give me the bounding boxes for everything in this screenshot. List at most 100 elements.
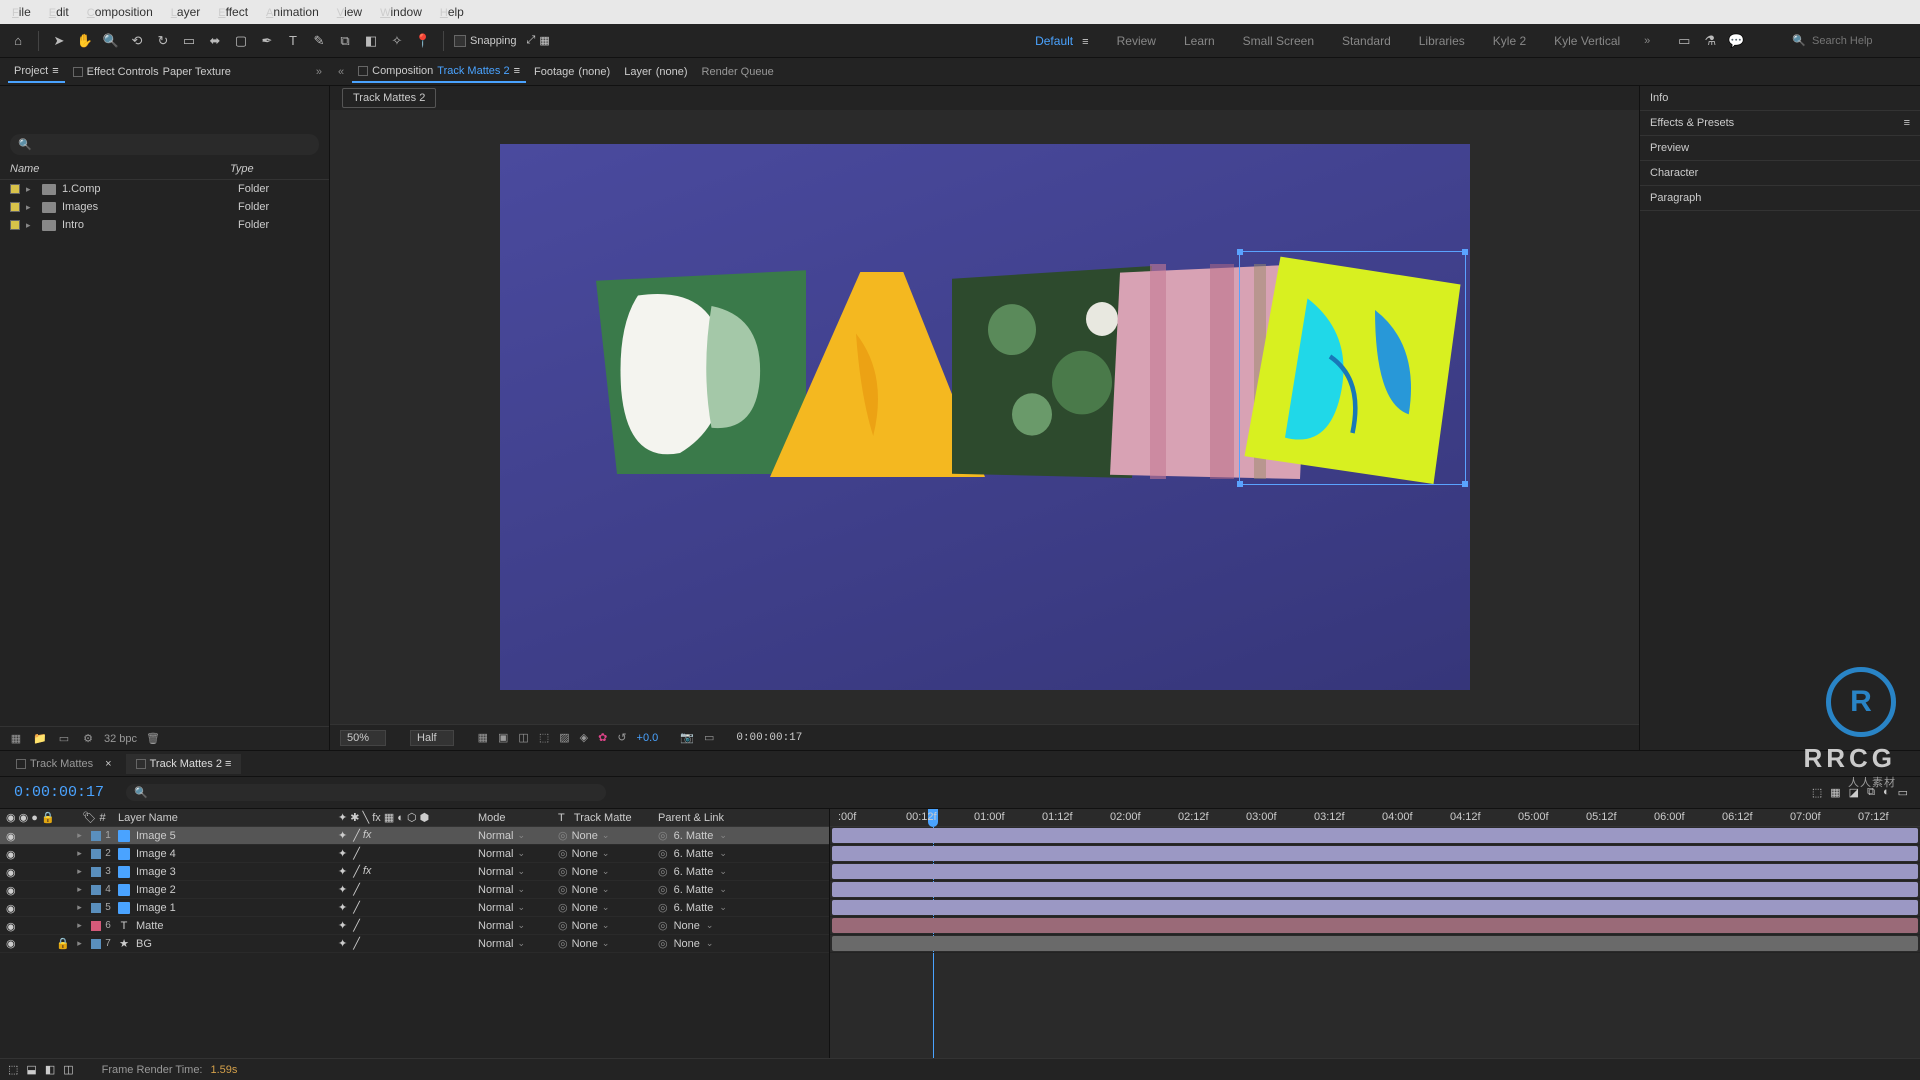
search-help[interactable]: 🔍	[1792, 34, 1912, 47]
menu-edit[interactable]: Edit	[41, 2, 77, 22]
col-name[interactable]: Name	[10, 163, 230, 175]
pickwhip-icon[interactable]: ◎	[558, 919, 568, 932]
visibility-icon[interactable]: ◉	[6, 848, 18, 860]
workspace-kyle-vertical[interactable]: Kyle Vertical	[1554, 34, 1620, 48]
panel-preview[interactable]: Preview	[1640, 136, 1920, 161]
reset-expo-icon[interactable]: ↺	[617, 731, 626, 744]
puppet-tool-icon[interactable]: 📍	[413, 31, 433, 51]
panel-icon-1[interactable]: ▭	[1674, 31, 1694, 51]
pickwhip-icon[interactable]: ◎	[658, 829, 668, 842]
pen-tool-icon[interactable]: ✒	[257, 31, 277, 51]
panel-paragraph[interactable]: Paragraph	[1640, 186, 1920, 211]
workspace-overflow-icon[interactable]: »	[1644, 35, 1650, 47]
pickwhip-icon[interactable]: ◎	[658, 883, 668, 896]
visibility-icon[interactable]: ◉	[6, 920, 18, 932]
visibility-icon[interactable]: ◉	[6, 937, 18, 949]
hand-tool-icon[interactable]: ✋	[75, 31, 95, 51]
grid-icon[interactable]: ▦	[478, 731, 488, 744]
layer-row[interactable]: ◉▸4Image 2✦╱Normal⌄◎None⌄◎6. Matte⌄	[0, 881, 829, 899]
text-tool-icon[interactable]: T	[283, 31, 303, 51]
snapshot-icon[interactable]: 📷	[680, 731, 694, 744]
workspace-default[interactable]: Default ≡	[1035, 34, 1089, 48]
render-queue-tab[interactable]: Render Queue	[696, 62, 780, 82]
toggle-switches-icon[interactable]: ⬚	[8, 1063, 18, 1076]
selection-tool-icon[interactable]: ➤	[49, 31, 69, 51]
pickwhip-icon[interactable]: ◎	[558, 937, 568, 950]
exposure-value[interactable]: +0.0	[637, 732, 659, 744]
rectangle-tool-icon[interactable]: ▢	[231, 31, 251, 51]
selection-handle[interactable]	[1237, 481, 1243, 487]
panel-prev-icon[interactable]: «	[338, 66, 344, 78]
menu-effect[interactable]: Effect	[210, 2, 256, 22]
orbit-tool-icon[interactable]: ⟲	[127, 31, 147, 51]
panel-effects---presets[interactable]: Effects & Presets≡	[1640, 111, 1920, 136]
toggle-in-out-icon[interactable]: ◧	[45, 1063, 55, 1076]
layer-row[interactable]: ◉▸5Image 1✦╱Normal⌄◎None⌄◎6. Matte⌄	[0, 899, 829, 917]
pickwhip-icon[interactable]: ◎	[658, 847, 668, 860]
color-mgmt-icon[interactable]: ✿	[598, 731, 607, 744]
timeline-tab[interactable]: Track Mattes 2 ≡	[126, 754, 242, 774]
menu-animation[interactable]: Animation	[258, 2, 327, 22]
layer-duration-bar[interactable]	[832, 864, 1918, 879]
brush-tool-icon[interactable]: ✎	[309, 31, 329, 51]
camera-tool-icon[interactable]: ▭	[179, 31, 199, 51]
menu-help[interactable]: Help	[432, 2, 472, 22]
pickwhip-icon[interactable]: ◎	[558, 883, 568, 896]
mask-icon[interactable]: ◫	[518, 731, 528, 744]
visibility-icon[interactable]: ◉	[6, 884, 18, 896]
delete-icon[interactable]: 🗑	[145, 732, 161, 746]
panel-overflow-icon[interactable]: »	[316, 66, 322, 78]
zoom-dropdown[interactable]: 50%	[340, 730, 386, 746]
timeline-tracks[interactable]: :00f00:12f01:00f01:12f02:00f02:12f03:00f…	[830, 809, 1920, 1058]
menu-layer[interactable]: Layer	[163, 2, 208, 22]
project-item[interactable]: ▸1.CompFolder	[0, 180, 329, 198]
pickwhip-icon[interactable]: ◎	[558, 847, 568, 860]
3d-icon[interactable]: ◈	[580, 731, 588, 744]
new-folder-icon[interactable]: 📁	[32, 732, 48, 746]
workspace-standard[interactable]: Standard	[1342, 34, 1391, 48]
snapping-toggle[interactable]: Snapping ⤢ ▦	[454, 34, 550, 47]
menu-window[interactable]: Window	[372, 2, 430, 22]
new-comp-icon[interactable]: ▭	[56, 732, 72, 746]
effect-controls-tab[interactable]: Effect Controls Paper Texture	[67, 62, 237, 82]
project-search[interactable]: 🔍	[10, 134, 319, 155]
rotate-tool-icon[interactable]: ↻	[153, 31, 173, 51]
menu-view[interactable]: View	[329, 2, 370, 22]
pickwhip-icon[interactable]: ◎	[558, 901, 568, 914]
pickwhip-icon[interactable]: ◎	[558, 829, 568, 842]
layer-duration-bar[interactable]	[832, 936, 1918, 951]
track-row[interactable]	[830, 899, 1920, 917]
clone-tool-icon[interactable]: ⧉	[335, 31, 355, 51]
composition-canvas[interactable]	[500, 144, 1470, 690]
track-area[interactable]	[830, 827, 1920, 1058]
workspace-review[interactable]: Review	[1117, 34, 1156, 48]
layer-duration-bar[interactable]	[832, 828, 1918, 843]
project-item[interactable]: ▸IntroFolder	[0, 216, 329, 234]
panel-character[interactable]: Character	[1640, 161, 1920, 186]
guides-icon[interactable]: ▣	[498, 731, 508, 744]
layer-duration-bar[interactable]	[832, 900, 1918, 915]
resolution-dropdown[interactable]: Half	[410, 730, 454, 746]
region-icon[interactable]: ⬚	[539, 731, 549, 744]
bpc-label[interactable]: 32 bpc	[104, 733, 137, 745]
current-time-display[interactable]: 0:00:00:17	[0, 784, 118, 801]
visibility-icon[interactable]: ◉	[6, 866, 18, 878]
selection-handle[interactable]	[1237, 249, 1243, 255]
home-icon[interactable]: ⌂	[8, 31, 28, 51]
pan-behind-tool-icon[interactable]: ⬌	[205, 31, 225, 51]
track-row[interactable]	[830, 935, 1920, 953]
pickwhip-icon[interactable]: ◎	[658, 865, 668, 878]
search-help-input[interactable]	[1812, 35, 1912, 47]
menu-file[interactable]: File	[4, 2, 39, 22]
timeline-search[interactable]: 🔍	[126, 784, 606, 801]
graph-editor-icon[interactable]: ▭	[1898, 786, 1908, 799]
shy-icon[interactable]: ◪	[1849, 786, 1859, 799]
pickwhip-icon[interactable]: ◎	[658, 919, 668, 932]
track-row[interactable]	[830, 827, 1920, 845]
panel-icon-3[interactable]: 💬	[1726, 31, 1746, 51]
layer-tab[interactable]: Layer (none)	[618, 62, 693, 82]
toggle-render-icon[interactable]: ◫	[63, 1063, 73, 1076]
frame-blend-icon[interactable]: ⧉	[1867, 786, 1875, 799]
layer-row[interactable]: ◉🔒▸7★BG✦╱Normal⌄◎None⌄◎None⌄	[0, 935, 829, 953]
visibility-icon[interactable]: ◉	[6, 830, 18, 842]
